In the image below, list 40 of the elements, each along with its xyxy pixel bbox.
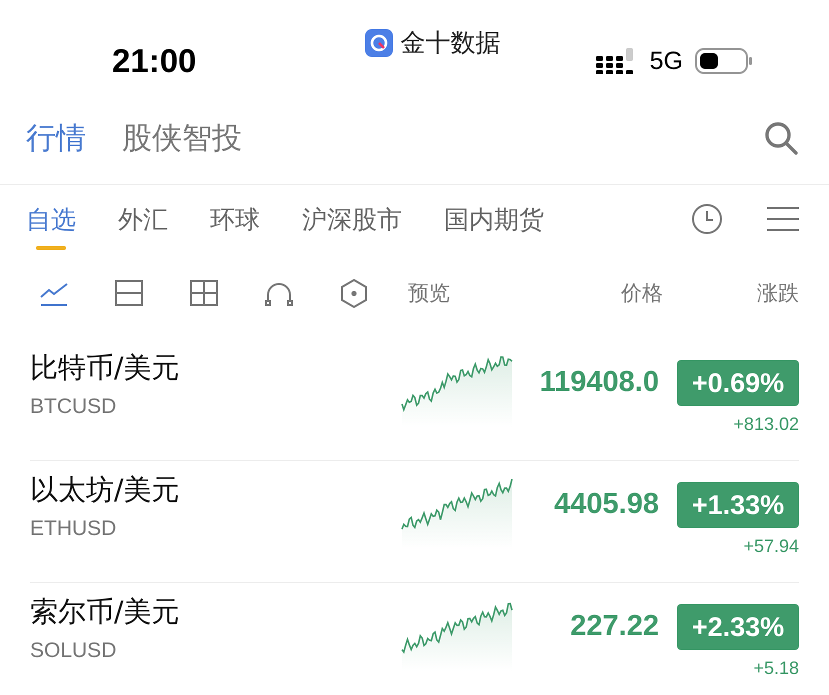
percent-change: +2.33% (677, 604, 799, 650)
instrument-name: 索尔币/美元 (30, 594, 180, 630)
instrument-code: ETHUSD (30, 517, 118, 541)
search-icon[interactable] (763, 120, 799, 156)
change-amount: +5.18 (753, 658, 799, 679)
instrument-code: BTCUSD (30, 395, 118, 419)
quote-row[interactable]: 以太坊/美元 ETHUSD 4405.98 +1.33% +57.94 (30, 461, 799, 583)
grid-icon (188, 277, 220, 309)
market-tab[interactable]: 自选 (26, 203, 76, 250)
header-tab[interactable]: 行情 (26, 118, 86, 158)
percent-change: +0.69% (677, 360, 799, 406)
hexagon-icon (338, 277, 370, 309)
clock-icon[interactable] (691, 203, 723, 235)
column-header: 价格 (621, 280, 663, 307)
instrument-name: 以太坊/美元 (30, 472, 180, 508)
quote-row[interactable]: 比特币/美元 BTCUSD 119408.0 +0.69% +813.02 (30, 339, 799, 461)
change-amount: +813.02 (733, 414, 799, 435)
price: 119408.0 (540, 366, 659, 399)
layout-icon (113, 277, 145, 309)
percent-change: +1.33% (677, 482, 799, 528)
market-tab[interactable]: 外汇 (118, 203, 168, 250)
battery-icon (695, 47, 753, 75)
column-header: 预览 (408, 280, 450, 307)
price: 227.22 (570, 610, 659, 643)
app-logo-icon (364, 28, 392, 56)
instrument-code: SOLUSD (30, 639, 118, 663)
market-tab[interactable]: 沪深股市 (302, 203, 402, 250)
market-tab[interactable]: 国内期货 (444, 203, 544, 250)
quote-row[interactable]: 索尔币/美元 SOLUSD 227.22 +2.33% +5.18 (30, 583, 799, 695)
app-name: 金十数据 (400, 27, 500, 59)
network-label: 5G (650, 46, 683, 76)
active-tab-indicator (36, 246, 66, 250)
column-header: 涨跌 (757, 280, 799, 307)
market-tab[interactable]: 环球 (210, 203, 260, 250)
price: 4405.98 (554, 488, 659, 521)
instrument-name: 比特币/美元 (30, 350, 180, 386)
header-tab[interactable]: 股侠智投 (122, 118, 242, 158)
status-time: 21:00 (112, 42, 198, 80)
change-amount: +57.94 (743, 536, 799, 557)
menu-icon[interactable] (767, 206, 799, 232)
